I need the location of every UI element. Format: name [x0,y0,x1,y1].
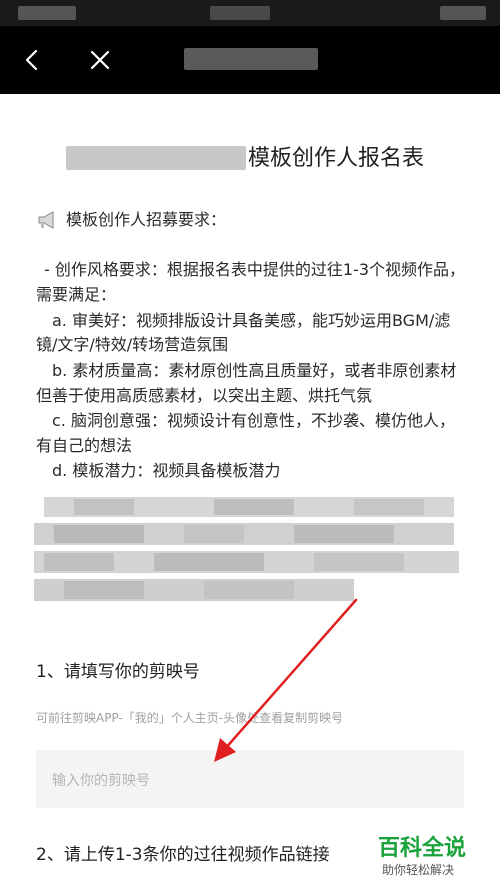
recruit-heading: 模板创作人招募要求： [66,210,227,229]
requirement-line: 需要满足： [36,285,117,304]
input-placeholder: 输入你的剪映号 [52,773,150,789]
question-2-title: 2、请上传1-3条你的过往视频作品链接 [36,845,330,865]
requirement-line: c. 脑洞创意强：视频设计有创意性，不抄袭、模仿他人， [52,411,455,430]
watermark-sub-text: 助你轻松解决 [382,863,455,877]
jianying-id-input[interactable]: 输入你的剪映号 [36,750,464,808]
watermark-main-text: 百科全说 [378,836,467,861]
question-1-hint: 可前往剪映APP-「我的」个人主页-头像处查看复制剪映号 [36,711,344,725]
requirement-line: 镜/文字/特效/转场营造氛围 [36,335,229,354]
status-bar-blurred-center [210,6,270,20]
requirement-line: b. 素材质量高：素材原创性高且质量好，或者非原创素材 [52,361,457,380]
blurred-text-block [34,493,464,609]
question-1-title: 1、请填写你的剪映号 [36,662,200,682]
back-arrow-icon [25,49,38,71]
requirement-line: - 创作风格要求：根据报名表中提供的过往1-3个视频作品， [44,260,465,279]
status-bar-blurred-right [440,6,486,20]
close-icon [90,50,110,70]
requirement-line: a. 审美好：视频排版设计具备美感，能巧妙运用BGM/滤 [52,311,451,330]
back-button[interactable] [10,38,54,82]
title-blurred-prefix [66,146,246,170]
requirement-line: 但善于使用高质感素材，以突出主题、烘托气氛 [36,386,373,405]
nav-bar [0,26,500,94]
requirement-line: d. 模板潜力：视频具备模板潜力 [52,461,281,480]
nav-title-blurred [184,48,318,70]
form-title: 模板创作人报名表 [248,146,425,171]
status-bar [0,0,500,26]
megaphone-icon [38,211,54,229]
form-title-row: 模板创作人报名表 [0,140,500,176]
close-button[interactable] [78,38,122,82]
watermark: 百科全说 助你轻松解决 [374,828,500,889]
status-bar-blurred-left [18,6,76,20]
requirement-line: 有自己的想法 [36,436,133,455]
